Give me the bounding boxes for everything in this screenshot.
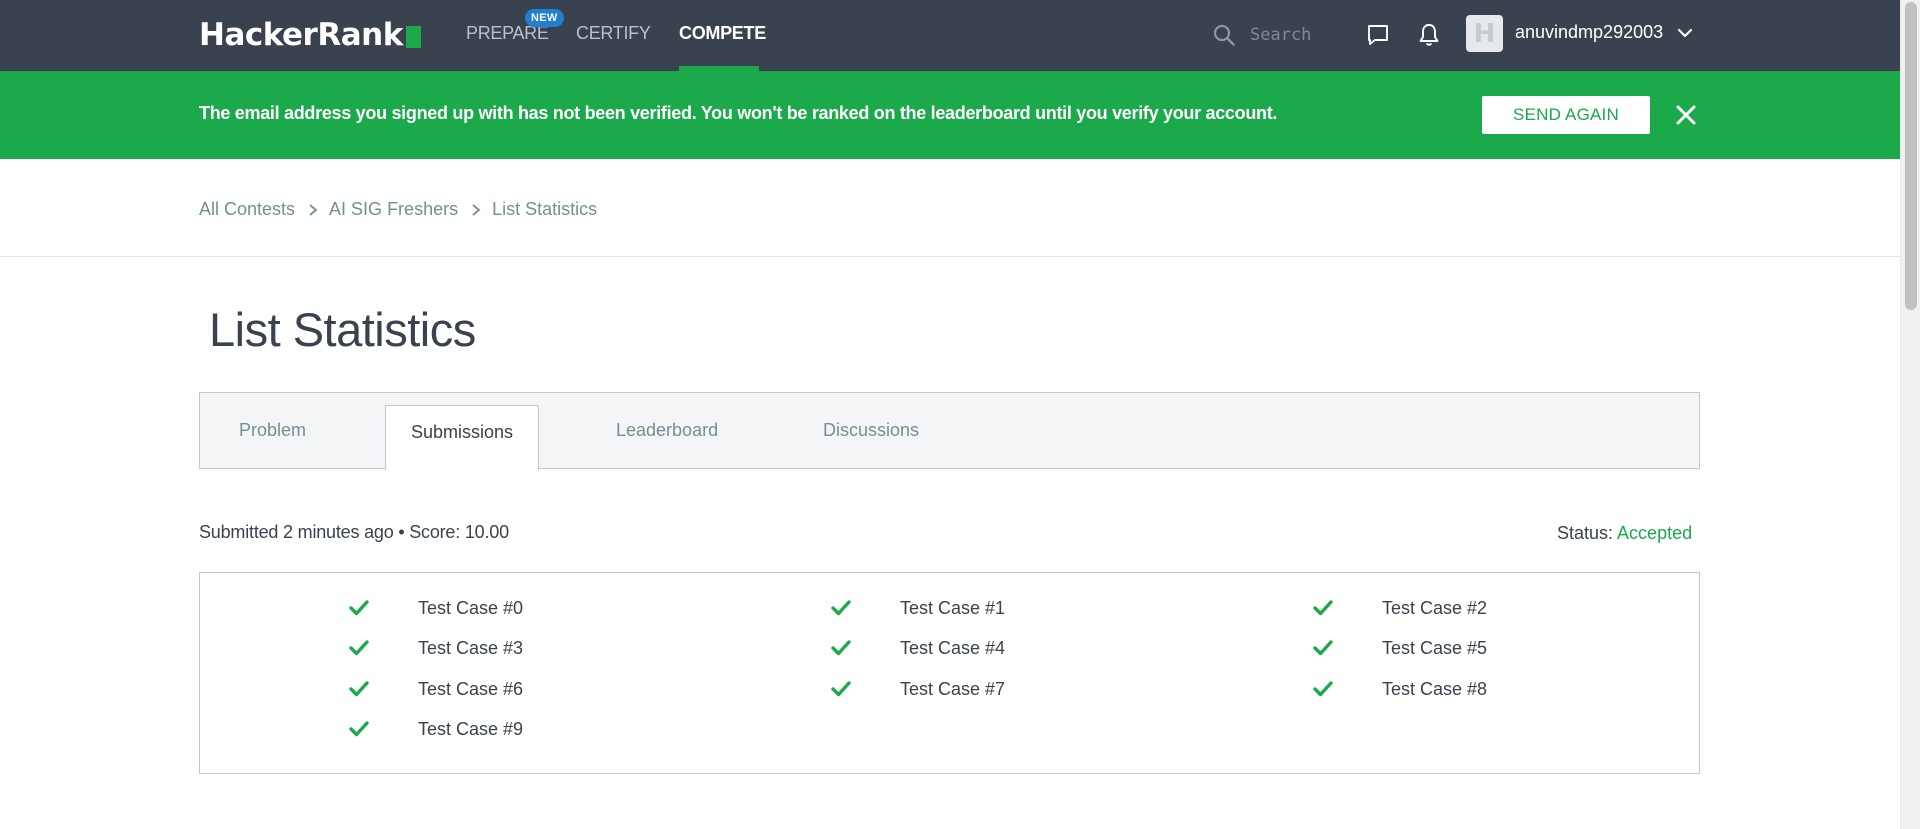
logo-text: HackerRank xyxy=(199,17,403,53)
checkmark-icon xyxy=(349,721,369,737)
challenge-tabs: Problem Submissions Leaderboard Discussi… xyxy=(199,392,1700,470)
search-box[interactable] xyxy=(1212,20,1332,50)
tab-problem[interactable]: Problem xyxy=(239,393,306,468)
chevron-right-icon xyxy=(309,203,318,216)
chat-bubble-icon xyxy=(1368,25,1388,45)
test-case-item[interactable]: Test Case #4 xyxy=(831,635,1005,661)
status-value: Accepted xyxy=(1617,523,1693,543)
test-case-item[interactable]: Test Case #9 xyxy=(349,716,523,742)
checkmark-icon xyxy=(831,681,851,697)
test-case-item[interactable]: Test Case #6 xyxy=(349,676,523,702)
checkmark-icon xyxy=(349,681,369,697)
checkmark-icon xyxy=(349,640,369,656)
breadcrumb: All Contests AI SIG Freshers List Statis… xyxy=(199,199,597,220)
search-icon xyxy=(1213,24,1235,46)
test-case-label: Test Case #3 xyxy=(418,637,524,658)
test-case-label: Test Case #8 xyxy=(1382,678,1488,699)
test-case-label: Test Case #4 xyxy=(900,637,1006,658)
test-case-item[interactable]: Test Case #2 xyxy=(1313,595,1487,621)
top-navbar: HackerRank PREPARE NEW CERTIFY COMPETE S… xyxy=(0,0,1900,71)
page: HackerRank PREPARE NEW CERTIFY COMPETE S… xyxy=(0,0,1920,829)
tab-leaderboard[interactable]: Leaderboard xyxy=(616,393,718,468)
submission-status: Status: Accepted xyxy=(1557,523,1692,544)
breadcrumb-divider xyxy=(0,256,1900,257)
chevron-down-icon[interactable] xyxy=(1676,24,1694,42)
page-scrollbar[interactable] xyxy=(1900,0,1920,829)
checkmark-icon xyxy=(1313,681,1333,697)
messages-button[interactable] xyxy=(1363,20,1393,50)
nav-certify[interactable]: CERTIFY xyxy=(576,23,651,44)
tab-discussions[interactable]: Discussions xyxy=(823,393,919,468)
test-case-item[interactable]: Test Case #5 xyxy=(1313,635,1487,661)
tab-submissions[interactable]: Submissions xyxy=(385,405,540,470)
banner-message: The email address you signed up with has… xyxy=(199,103,1278,123)
bell-icon xyxy=(1419,24,1439,46)
breadcrumb-all-contests[interactable]: All Contests xyxy=(199,199,295,220)
chevron-right-icon xyxy=(472,203,481,216)
checkmark-icon xyxy=(831,640,851,656)
checkmark-icon xyxy=(831,600,851,616)
test-case-label: Test Case #7 xyxy=(900,678,1006,699)
notifications-button[interactable] xyxy=(1414,20,1444,50)
new-badge: NEW xyxy=(525,9,564,27)
test-case-label: Test Case #5 xyxy=(1382,637,1488,658)
checkmark-icon xyxy=(1313,600,1333,616)
test-case-item[interactable]: Test Case #0 xyxy=(349,595,523,621)
status-label: Status: xyxy=(1557,523,1614,543)
test-case-item[interactable]: Test Case #8 xyxy=(1313,676,1487,702)
test-case-label: Test Case #9 xyxy=(418,718,524,739)
send-again-button[interactable]: SEND AGAIN xyxy=(1482,96,1650,134)
test-case-label: Test Case #2 xyxy=(1382,597,1488,618)
breadcrumb-current: List Statistics xyxy=(492,199,598,219)
test-case-item[interactable]: Test Case #1 xyxy=(831,595,1005,621)
email-verification-banner: The email address you signed up with has… xyxy=(0,71,1900,159)
username-label[interactable]: anuvindmp292003 xyxy=(1515,22,1663,43)
checkmark-icon xyxy=(349,600,369,616)
close-icon[interactable] xyxy=(1675,104,1697,126)
test-case-label: Test Case #6 xyxy=(418,678,524,699)
breadcrumb-contest[interactable]: AI SIG Freshers xyxy=(329,199,458,220)
nav-compete[interactable]: COMPETE xyxy=(679,23,766,44)
logo-block-icon xyxy=(405,26,421,48)
checkmark-icon xyxy=(1313,640,1333,656)
test-cases-panel: Test Case #0 Test Case #1 Test Case #2 T… xyxy=(199,572,1700,774)
search-input[interactable] xyxy=(1250,21,1330,49)
hackerrank-logo[interactable]: HackerRank xyxy=(199,17,421,53)
test-case-item[interactable]: Test Case #7 xyxy=(831,676,1005,702)
scrollbar-thumb[interactable] xyxy=(1905,2,1917,310)
avatar[interactable]: H xyxy=(1466,15,1503,52)
submission-summary: Submitted 2 minutes ago • Score: 10.00 xyxy=(199,522,509,542)
test-case-item[interactable]: Test Case #3 xyxy=(349,635,523,661)
page-title: List Statistics xyxy=(209,303,476,356)
test-case-label: Test Case #1 xyxy=(900,597,1006,618)
avatar-letter: H xyxy=(1473,18,1496,49)
test-case-label: Test Case #0 xyxy=(418,597,524,618)
